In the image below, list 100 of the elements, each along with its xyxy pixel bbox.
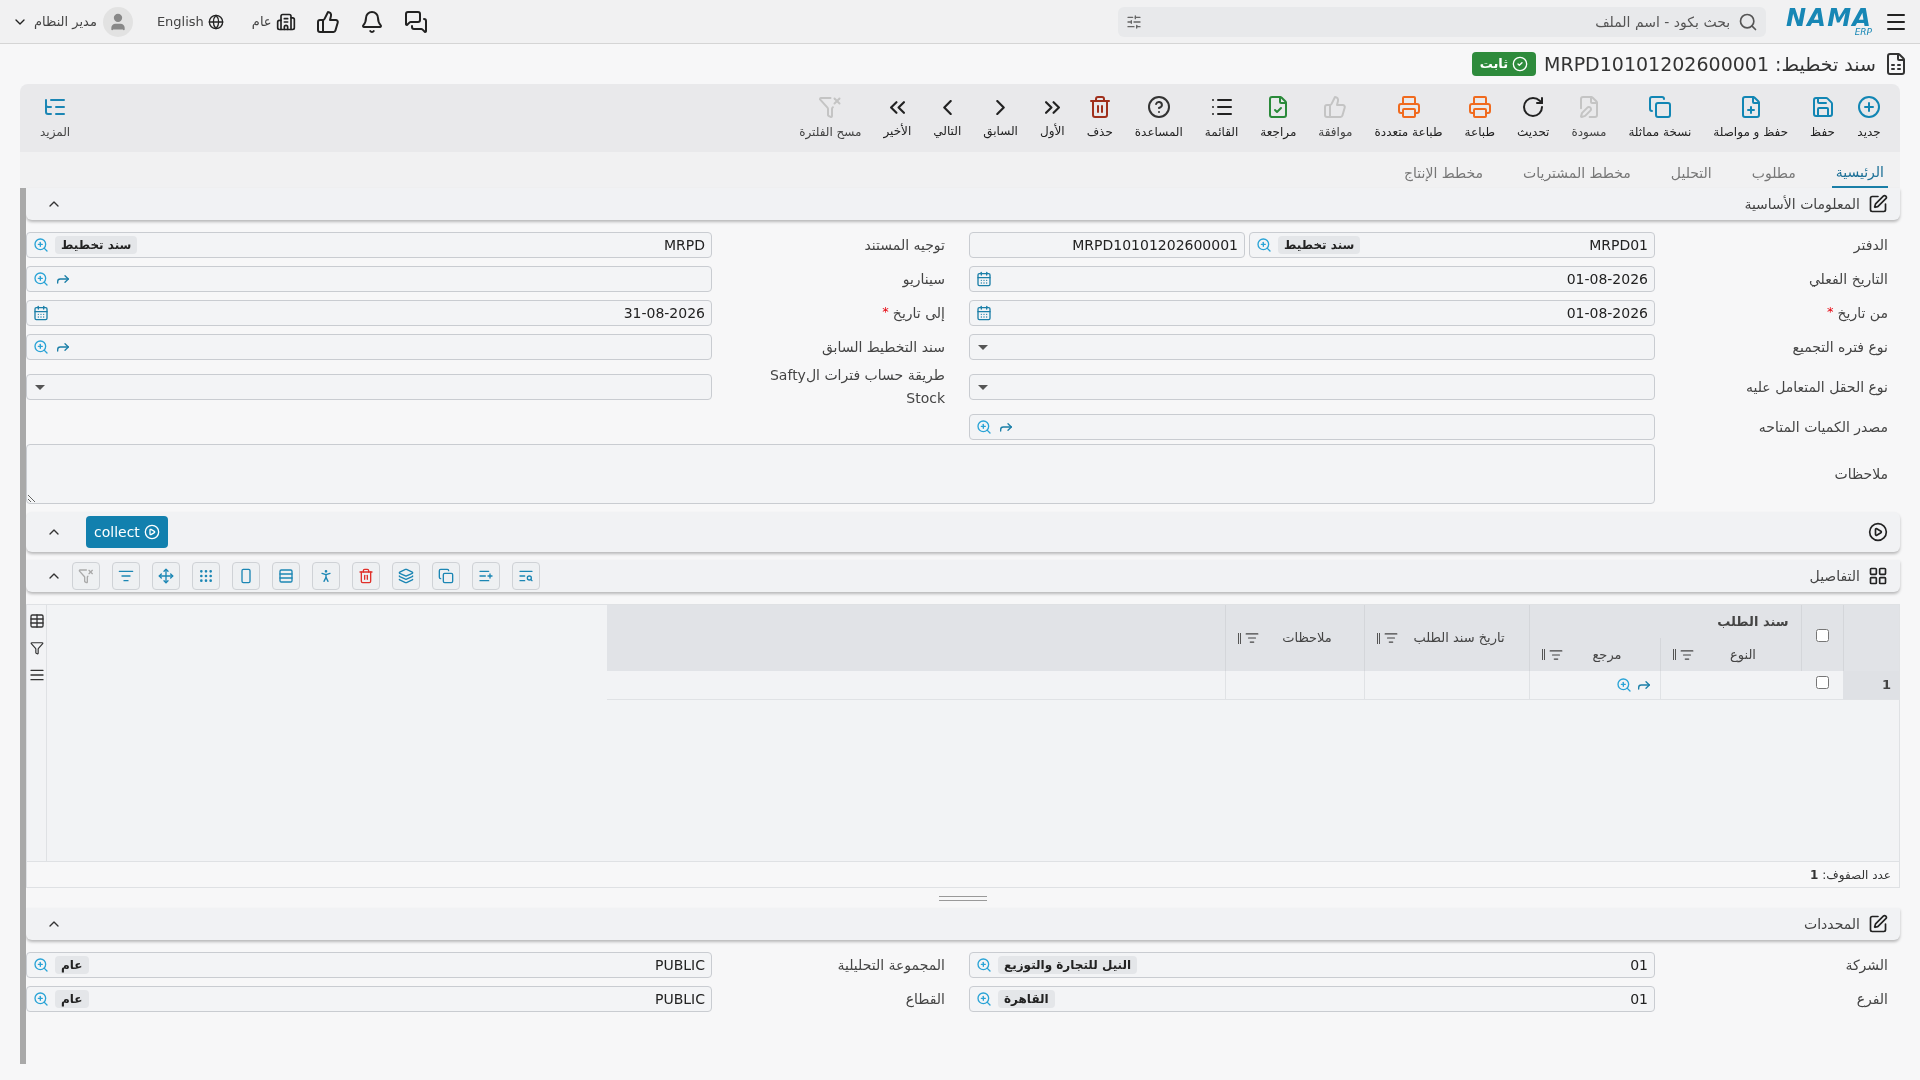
field-label: طريقة حساب فترات الSafty Stock — [769, 366, 945, 408]
lookup-field[interactable] — [969, 414, 1655, 440]
table-icon[interactable] — [28, 613, 45, 629]
code-field[interactable]: MRPD10101202600001 — [969, 232, 1245, 258]
field-label: نوع فتره التجميع — [1792, 337, 1888, 358]
grid-tool-button[interactable] — [312, 562, 340, 590]
more-button[interactable]: المزيد — [28, 95, 83, 141]
date-field[interactable]: 31-08-2026 — [26, 300, 712, 326]
bell-icon[interactable] — [359, 9, 384, 34]
toolbar-button[interactable]: الأخير — [872, 84, 923, 152]
grid-tool-button[interactable] — [152, 562, 180, 590]
column-header: ملاحظات — [1225, 605, 1364, 671]
tab[interactable]: التحليل — [1666, 158, 1716, 188]
filter-icon[interactable] — [1383, 631, 1398, 645]
filter-clear-icon — [818, 95, 843, 119]
grid-tool-button[interactable] — [352, 562, 380, 590]
date-field[interactable]: 01-08-2026 — [969, 266, 1655, 292]
user-menu[interactable]: مدير النظام — [12, 6, 133, 37]
search-field[interactable]: بحث بكود - اسم الملف — [1118, 6, 1767, 37]
scrollbar[interactable] — [20, 188, 26, 1064]
toolbar-button[interactable]: حفظ و مواصلة — [1702, 84, 1800, 152]
grid-icon — [1868, 566, 1888, 586]
toolbar-button[interactable]: القائمة — [1193, 84, 1250, 152]
trash-icon — [1087, 95, 1112, 119]
chat-icon[interactable] — [403, 9, 428, 34]
filter-clear-icon — [78, 568, 94, 584]
toolbar-button[interactable]: المساعدة — [1123, 84, 1194, 152]
tab[interactable]: مخطط المشتريات — [1519, 158, 1635, 188]
notes-field[interactable] — [26, 444, 1655, 504]
thumbs-up-icon[interactable] — [315, 9, 340, 34]
grid-tool-button[interactable] — [192, 562, 220, 590]
toolbar-button[interactable]: طباعة — [1453, 84, 1506, 152]
field-label: الفرع — [1856, 989, 1888, 1010]
logo: NAMA ERP — [1786, 6, 1872, 37]
list-search-icon — [518, 568, 534, 584]
company-menu[interactable]: عام — [251, 11, 296, 32]
play-icon — [143, 524, 160, 540]
language-link[interactable]: English — [156, 11, 224, 32]
grid-tool-button[interactable] — [432, 562, 460, 590]
required-mark: * — [882, 302, 889, 321]
toolbar-button[interactable]: الأول — [1028, 84, 1076, 152]
lookup-icon — [33, 957, 49, 973]
filter-icon[interactable] — [1679, 647, 1694, 662]
lookup-field[interactable] — [26, 266, 712, 292]
lookup-field[interactable] — [26, 334, 712, 360]
toolbar-button[interactable]: مراجعة — [1249, 84, 1308, 152]
filter-icon[interactable] — [1126, 13, 1143, 30]
filter-icon[interactable] — [1548, 647, 1563, 662]
globe-icon — [207, 13, 224, 30]
field-value: MRPD10101202600001 — [1072, 235, 1238, 255]
menu-icon[interactable] — [28, 667, 45, 683]
tab[interactable]: مطلوب — [1747, 158, 1800, 188]
filter-icon[interactable] — [29, 641, 44, 655]
lookup-icon[interactable] — [1615, 676, 1632, 693]
toolbar-button[interactable]: جديد — [1846, 84, 1892, 152]
lookup-icon — [976, 419, 992, 435]
date-field[interactable]: 01-08-2026 — [969, 300, 1655, 326]
lookup-icon — [33, 339, 49, 355]
toolbar-button[interactable]: طباعة متعددة — [1363, 84, 1454, 152]
printer-plus-icon — [1396, 95, 1421, 119]
select-all-checkbox[interactable] — [1815, 629, 1829, 643]
column-icon — [238, 568, 254, 584]
field-label: نوع الحقل المتعامل عليه — [1745, 377, 1888, 398]
field-label: القطاع — [905, 989, 945, 1010]
toolbar-button[interactable]: التالي — [922, 84, 973, 152]
grid-tool-button[interactable] — [232, 562, 260, 590]
chevron-icon — [942, 99, 952, 115]
dropdown-field[interactable] — [969, 374, 1655, 400]
dropdown-field[interactable] — [969, 334, 1655, 360]
grid-tool-button[interactable] — [512, 562, 540, 590]
section-title: المعلومات الأساسية — [1744, 194, 1860, 215]
check-circle-icon — [1512, 56, 1529, 72]
toolbar-button[interactable]: السابق — [972, 84, 1029, 152]
grid-tool-button[interactable] — [272, 562, 300, 590]
toolbar-button[interactable]: نسخة مماثلة — [1617, 84, 1703, 152]
lookup-icon — [33, 271, 49, 287]
copy-icon — [1647, 95, 1672, 119]
search-icon — [1738, 11, 1759, 32]
value-tag: سند تخطيط — [1278, 236, 1361, 254]
field-label: الدفتر — [1853, 235, 1888, 256]
calendar-icon — [33, 305, 49, 321]
resize-handle[interactable] — [939, 895, 987, 901]
value-tag: سند تخطيط — [55, 236, 138, 254]
chevron-icon — [996, 99, 1006, 115]
play-icon[interactable] — [1868, 522, 1888, 542]
toolbar-button[interactable]: حفظ — [1799, 84, 1846, 152]
toolbar-button[interactable]: تحديث — [1505, 84, 1561, 152]
toolbar-button[interactable]: حذف — [1075, 84, 1124, 152]
grid-tool-button[interactable] — [112, 562, 140, 590]
grid-tool-button[interactable] — [392, 562, 420, 590]
row-checkbox[interactable] — [1815, 676, 1829, 689]
grid-tool-button[interactable] — [472, 562, 500, 590]
tab[interactable]: مخطط الإنتاج — [1400, 158, 1488, 188]
collect-button[interactable]: collect — [86, 516, 168, 548]
dropdown-field[interactable] — [26, 374, 712, 400]
field-label: التاريخ الفعلي — [1808, 269, 1888, 290]
move-icon — [158, 568, 174, 584]
field-value: 31-08-2026 — [623, 303, 705, 323]
field-value: MRPD01 — [1589, 235, 1648, 255]
filter-icon[interactable] — [1244, 631, 1259, 645]
